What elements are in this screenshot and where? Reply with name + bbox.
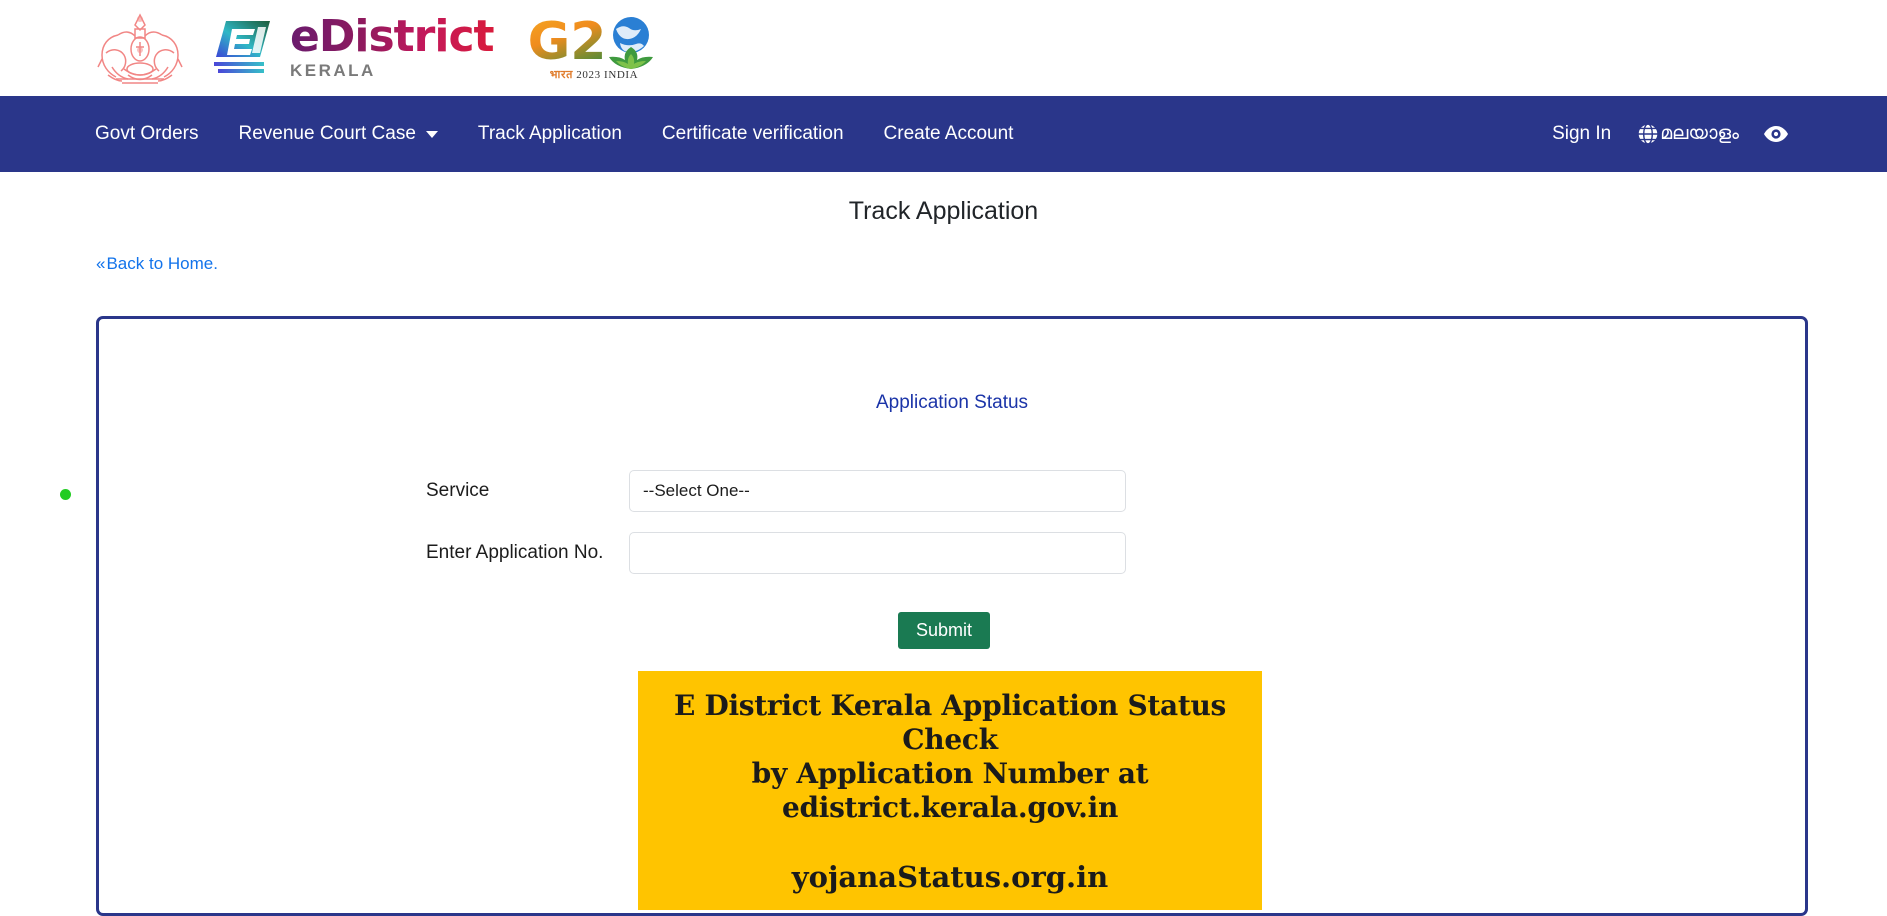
kerala-state-emblem-icon <box>88 9 192 87</box>
language-switcher[interactable]: മലയാളം <box>1627 117 1753 151</box>
nav-item-certificate-verification[interactable]: Certificate verification <box>642 117 864 151</box>
application-no-label: Enter Application No. <box>426 542 604 563</box>
edistrict-monogram-icon <box>208 17 278 79</box>
status-dot <box>60 489 71 500</box>
brand-subtitle: KERALA <box>290 61 376 80</box>
globe-icon <box>1637 123 1659 145</box>
eye-accessibility-icon <box>1763 125 1789 143</box>
service-select[interactable]: --Select One-- <box>629 470 1126 512</box>
g20-caption: भारत 2023 INDIA <box>550 67 638 82</box>
service-select-value: --Select One-- <box>643 481 750 500</box>
nav-item-track-application[interactable]: Track Application <box>458 117 642 151</box>
nav-item-label: Revenue Court Case <box>238 123 416 144</box>
language-label: മലയാളം <box>1660 123 1739 144</box>
nav-item-label: Certificate verification <box>661 123 844 144</box>
sign-in-label: Sign In <box>1552 123 1612 144</box>
sign-in-button[interactable]: Sign In <box>1536 117 1627 151</box>
nav-item-label: Govt Orders <box>95 123 199 144</box>
back-to-home-link[interactable]: «Back to Home. <box>96 254 218 274</box>
nav-item-create-account[interactable]: Create Account <box>864 117 1034 151</box>
logo-row: eDistrict KERALA G2 भारत 2023 INDIA <box>88 0 660 96</box>
panel-title: Application Status <box>875 392 1029 413</box>
nav-left-group: Govt Orders Revenue Court Case Track App… <box>88 117 1033 151</box>
submit-button[interactable]: Submit <box>897 612 991 649</box>
chevron-down-icon <box>425 130 438 138</box>
g20-caption-rest: 2023 INDIA <box>572 68 639 81</box>
banner-line-1: E District Kerala Application Status Che… <box>673 689 1227 757</box>
nav-item-label: Create Account <box>883 123 1014 144</box>
banner-line-2: by Application Number at <box>751 757 1149 791</box>
nav-right-group: Sign In മലയാളം <box>1536 117 1799 151</box>
banner-site-url: yojanaStatus.org.in <box>791 859 1109 894</box>
page-title: Track Application <box>848 197 1039 225</box>
brand-name: eDistrict <box>290 11 495 62</box>
form-row-service: Service --Select One-- <box>99 470 1805 512</box>
double-chevron-left-icon: « <box>96 254 106 273</box>
g20-text: G2 <box>527 11 607 72</box>
form-row-application-no: Enter Application No. <box>99 532 1805 574</box>
nav-item-label: Track Application <box>477 123 622 144</box>
brand-text: eDistrict KERALA <box>290 11 495 81</box>
application-no-input[interactable] <box>629 532 1126 574</box>
g20-caption-devanagari: भारत <box>549 68 573 81</box>
application-status-panel: Application Status Service --Select One-… <box>96 316 1808 916</box>
main-navbar: Govt Orders Revenue Court Case Track App… <box>0 96 1887 172</box>
site-header: eDistrict KERALA G2 भारत 2023 INDIA <box>0 0 1887 96</box>
g20-top: G2 <box>528 15 661 69</box>
g20-globe-lotus-icon <box>602 15 660 69</box>
promo-banner: E District Kerala Application Status Che… <box>638 671 1262 910</box>
g20-logo: G2 भारत 2023 INDIA <box>528 15 661 82</box>
banner-line-3: edistrict.kerala.gov.in <box>781 791 1119 825</box>
service-label: Service <box>426 480 490 501</box>
back-to-home-label: Back to Home. <box>106 254 218 273</box>
nav-item-revenue-court-case[interactable]: Revenue Court Case <box>218 117 457 151</box>
submit-row: Submit <box>99 612 1805 649</box>
accessibility-toggle-button[interactable] <box>1753 119 1799 149</box>
nav-item-govt-orders[interactable]: Govt Orders <box>88 117 218 151</box>
